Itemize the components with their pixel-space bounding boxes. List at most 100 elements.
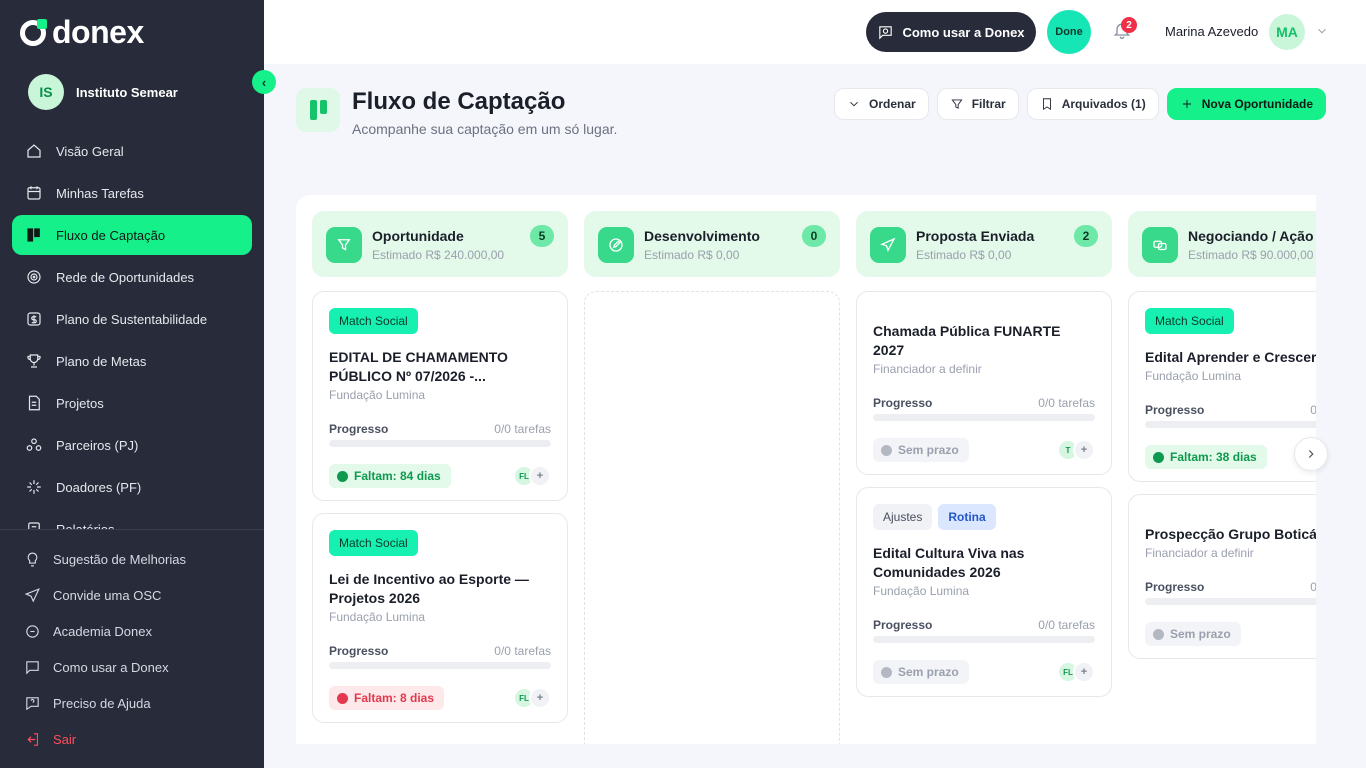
card-title[interactable]: Comunidades 2026	[873, 563, 1101, 582]
new-opportunity-label: Nova Oportunidade	[1201, 97, 1314, 111]
user-menu-chevron-icon[interactable]	[1315, 24, 1329, 38]
column-count: 2	[1074, 225, 1098, 247]
opportunity-card[interactable]: Match Social Edital Aprender e Crescer 20…	[1128, 291, 1316, 482]
deadline-badge: Faltam: 8 dias	[329, 686, 445, 710]
done-badge[interactable]: Done	[1047, 10, 1091, 54]
kanban-icon	[296, 88, 340, 132]
bottom-item-ajuda[interactable]: Preciso de Ajuda	[24, 685, 254, 721]
card-title[interactable]: Edital Aprender e Crescer 2026	[1145, 348, 1316, 367]
card-title[interactable]: Chamada Pública FUNARTE	[873, 322, 1101, 341]
column-header[interactable]: Negociando / Ação Estimado R$ 90.000,00	[1128, 211, 1316, 277]
user-avatar[interactable]: MA	[1269, 14, 1305, 50]
column-title: Oportunidade	[372, 228, 464, 244]
sidebar-item-label: Minhas Tarefas	[56, 185, 144, 201]
bottom-item-sair[interactable]: Sair	[24, 721, 254, 757]
sidebar-item-fluxo-captacao[interactable]: Fluxo de Captação	[12, 215, 252, 255]
card-tag[interactable]: Rotina	[938, 504, 996, 530]
page-actions: Ordenar Filtrar Arquivados (1) Nova Opor…	[834, 88, 1327, 120]
deadline-text: Faltam: 84 dias	[354, 469, 441, 483]
document-icon	[28, 395, 40, 411]
card-tag[interactable]: Match Social	[329, 308, 418, 334]
org-name: Instituto Semear	[76, 84, 178, 100]
column-estimate: Estimado R$ 0,00	[644, 248, 740, 262]
cap-icon	[26, 624, 39, 638]
plus-icon	[1182, 99, 1191, 109]
sidebar-item-projetos[interactable]: Projetos	[12, 383, 252, 423]
card-title[interactable]: Edital Cultura Viva nas	[873, 544, 1101, 563]
opportunity-card[interactable]: Ajustes Rotina Edital Cultura Viva nas Comu…	[856, 487, 1112, 697]
sidebar-item-relatorios[interactable]: Relatórios	[12, 509, 252, 529]
opportunity-card[interactable]: Prospecção Grupo Boticário Financiador a …	[1128, 494, 1316, 659]
chat-icon	[26, 660, 39, 675]
partners-icon	[24, 435, 44, 455]
column-header[interactable]: Desenvolvimento Estimado R$ 0,00 0	[584, 211, 840, 277]
add-assignee-button[interactable]: +	[1073, 661, 1095, 683]
progress-value: 0/0 tarefas	[1310, 580, 1316, 594]
column-estimate: Estimado R$ 240.000,00	[372, 248, 505, 262]
donex-logo[interactable]: donex	[20, 14, 144, 51]
kanban-board: Oportunidade Estimado R$ 240.000,00 5 Match…	[296, 195, 1316, 744]
bottom-item-academia[interactable]: Academia Donex	[24, 613, 254, 649]
column-header[interactable]: Oportunidade Estimado R$ 240.000,00 5	[312, 211, 568, 277]
new-opportunity-button[interactable]: Nova Oportunidade	[1166, 88, 1327, 120]
progress-bar	[329, 662, 551, 669]
scroll-right-button[interactable]	[1294, 437, 1328, 471]
column-estimate: Estimado R$ 0,00	[916, 248, 1012, 262]
sidebar-item-plano-metas[interactable]: Plano de Metas	[12, 341, 252, 381]
home-icon	[27, 144, 41, 158]
add-assignee-button[interactable]: +	[529, 687, 551, 709]
empty-column-dropzone[interactable]	[584, 291, 840, 744]
progress-bar	[873, 636, 1095, 643]
progress-value: 0/0 tarefas	[1038, 618, 1095, 632]
page-title: Fluxo de Captação	[352, 88, 566, 115]
sidebar-item-plano-sustentabilidade[interactable]: Plano de Sustentabilidade	[12, 299, 252, 339]
card-title[interactable]: 2027	[873, 341, 1101, 360]
bottom-item-como-usar[interactable]: Como usar a Donex	[24, 649, 254, 685]
archived-button[interactable]: Arquivados (1)	[1026, 88, 1159, 120]
add-assignee-button[interactable]: +	[1073, 439, 1095, 461]
card-title[interactable]: Prospecção Grupo Boticário	[1145, 525, 1316, 544]
card-title[interactable]: Projetos 2026	[329, 589, 557, 608]
notifications-button[interactable]: 2	[1112, 17, 1137, 44]
org-avatar: IS	[28, 74, 64, 110]
card-tag[interactable]: Match Social	[1145, 308, 1234, 334]
kanban-icon	[24, 225, 44, 245]
sidebar-divider	[0, 529, 264, 530]
paper-plane-icon	[880, 237, 896, 252]
add-assignee-button[interactable]: +	[529, 465, 551, 487]
card-title[interactable]: EDITAL DE CHAMAMENTO	[329, 348, 557, 367]
sidebar-item-rede-oportunidades[interactable]: Rede de Oportunidades	[12, 257, 252, 297]
opportunity-card[interactable]: Match Social Lei de Incentivo ao Esporte …	[312, 513, 568, 723]
sort-button[interactable]: Ordenar	[834, 88, 929, 120]
card-tag[interactable]: Match Social	[329, 530, 418, 556]
sidebar-item-visao-geral[interactable]: Visão Geral	[12, 131, 252, 171]
column-header[interactable]: Proposta Enviada Estimado R$ 0,00 2	[856, 211, 1112, 277]
send-icon	[24, 587, 40, 603]
column-title: Proposta Enviada	[916, 228, 1035, 244]
sidebar-item-doadores-pf[interactable]: Doadores (PF)	[12, 467, 252, 507]
clock-icon	[337, 470, 348, 482]
logout-icon	[27, 732, 39, 746]
bottom-item-label: Como usar a Donex	[53, 659, 169, 675]
sidebar-item-minhas-tarefas[interactable]: Minhas Tarefas	[12, 173, 252, 213]
organization-switcher[interactable]: IS Instituto Semear	[28, 74, 178, 110]
user-name[interactable]: Marina Azevedo	[1165, 24, 1258, 39]
opportunity-card[interactable]: Match Social EDITAL DE CHAMAMENTO PÚBLICO …	[312, 291, 568, 501]
column-1: Desenvolvimento Estimado R$ 0,00 0	[584, 211, 840, 744]
sort-label: Ordenar	[869, 97, 916, 111]
opportunity-card[interactable]: Chamada Pública FUNARTE 2027 Financiador a…	[856, 291, 1112, 475]
card-funder: Fundação Lumina	[329, 610, 426, 624]
report-icon	[24, 519, 44, 529]
card-title[interactable]: Lei de Incentivo ao Esporte —	[329, 570, 557, 589]
filter-button[interactable]: Filtrar	[936, 88, 1019, 120]
progress-label: Progresso	[329, 644, 389, 658]
bottom-item-convide[interactable]: Convide uma OSC	[24, 577, 254, 613]
collapse-sidebar-button[interactable]: ‹	[252, 70, 276, 94]
card-tag[interactable]: Ajustes	[873, 504, 933, 530]
how-to-use-button[interactable]: Como usar a Donex	[866, 12, 1036, 52]
bottom-item-sugestao[interactable]: Sugestão de Melhorias	[24, 541, 254, 577]
card-title[interactable]: PÚBLICO Nº 07/2026 -...	[329, 367, 557, 386]
radar-icon	[27, 270, 41, 284]
help-icon	[26, 696, 39, 710]
sidebar-item-parceiros-pj[interactable]: Parceiros (PJ)	[12, 425, 252, 465]
